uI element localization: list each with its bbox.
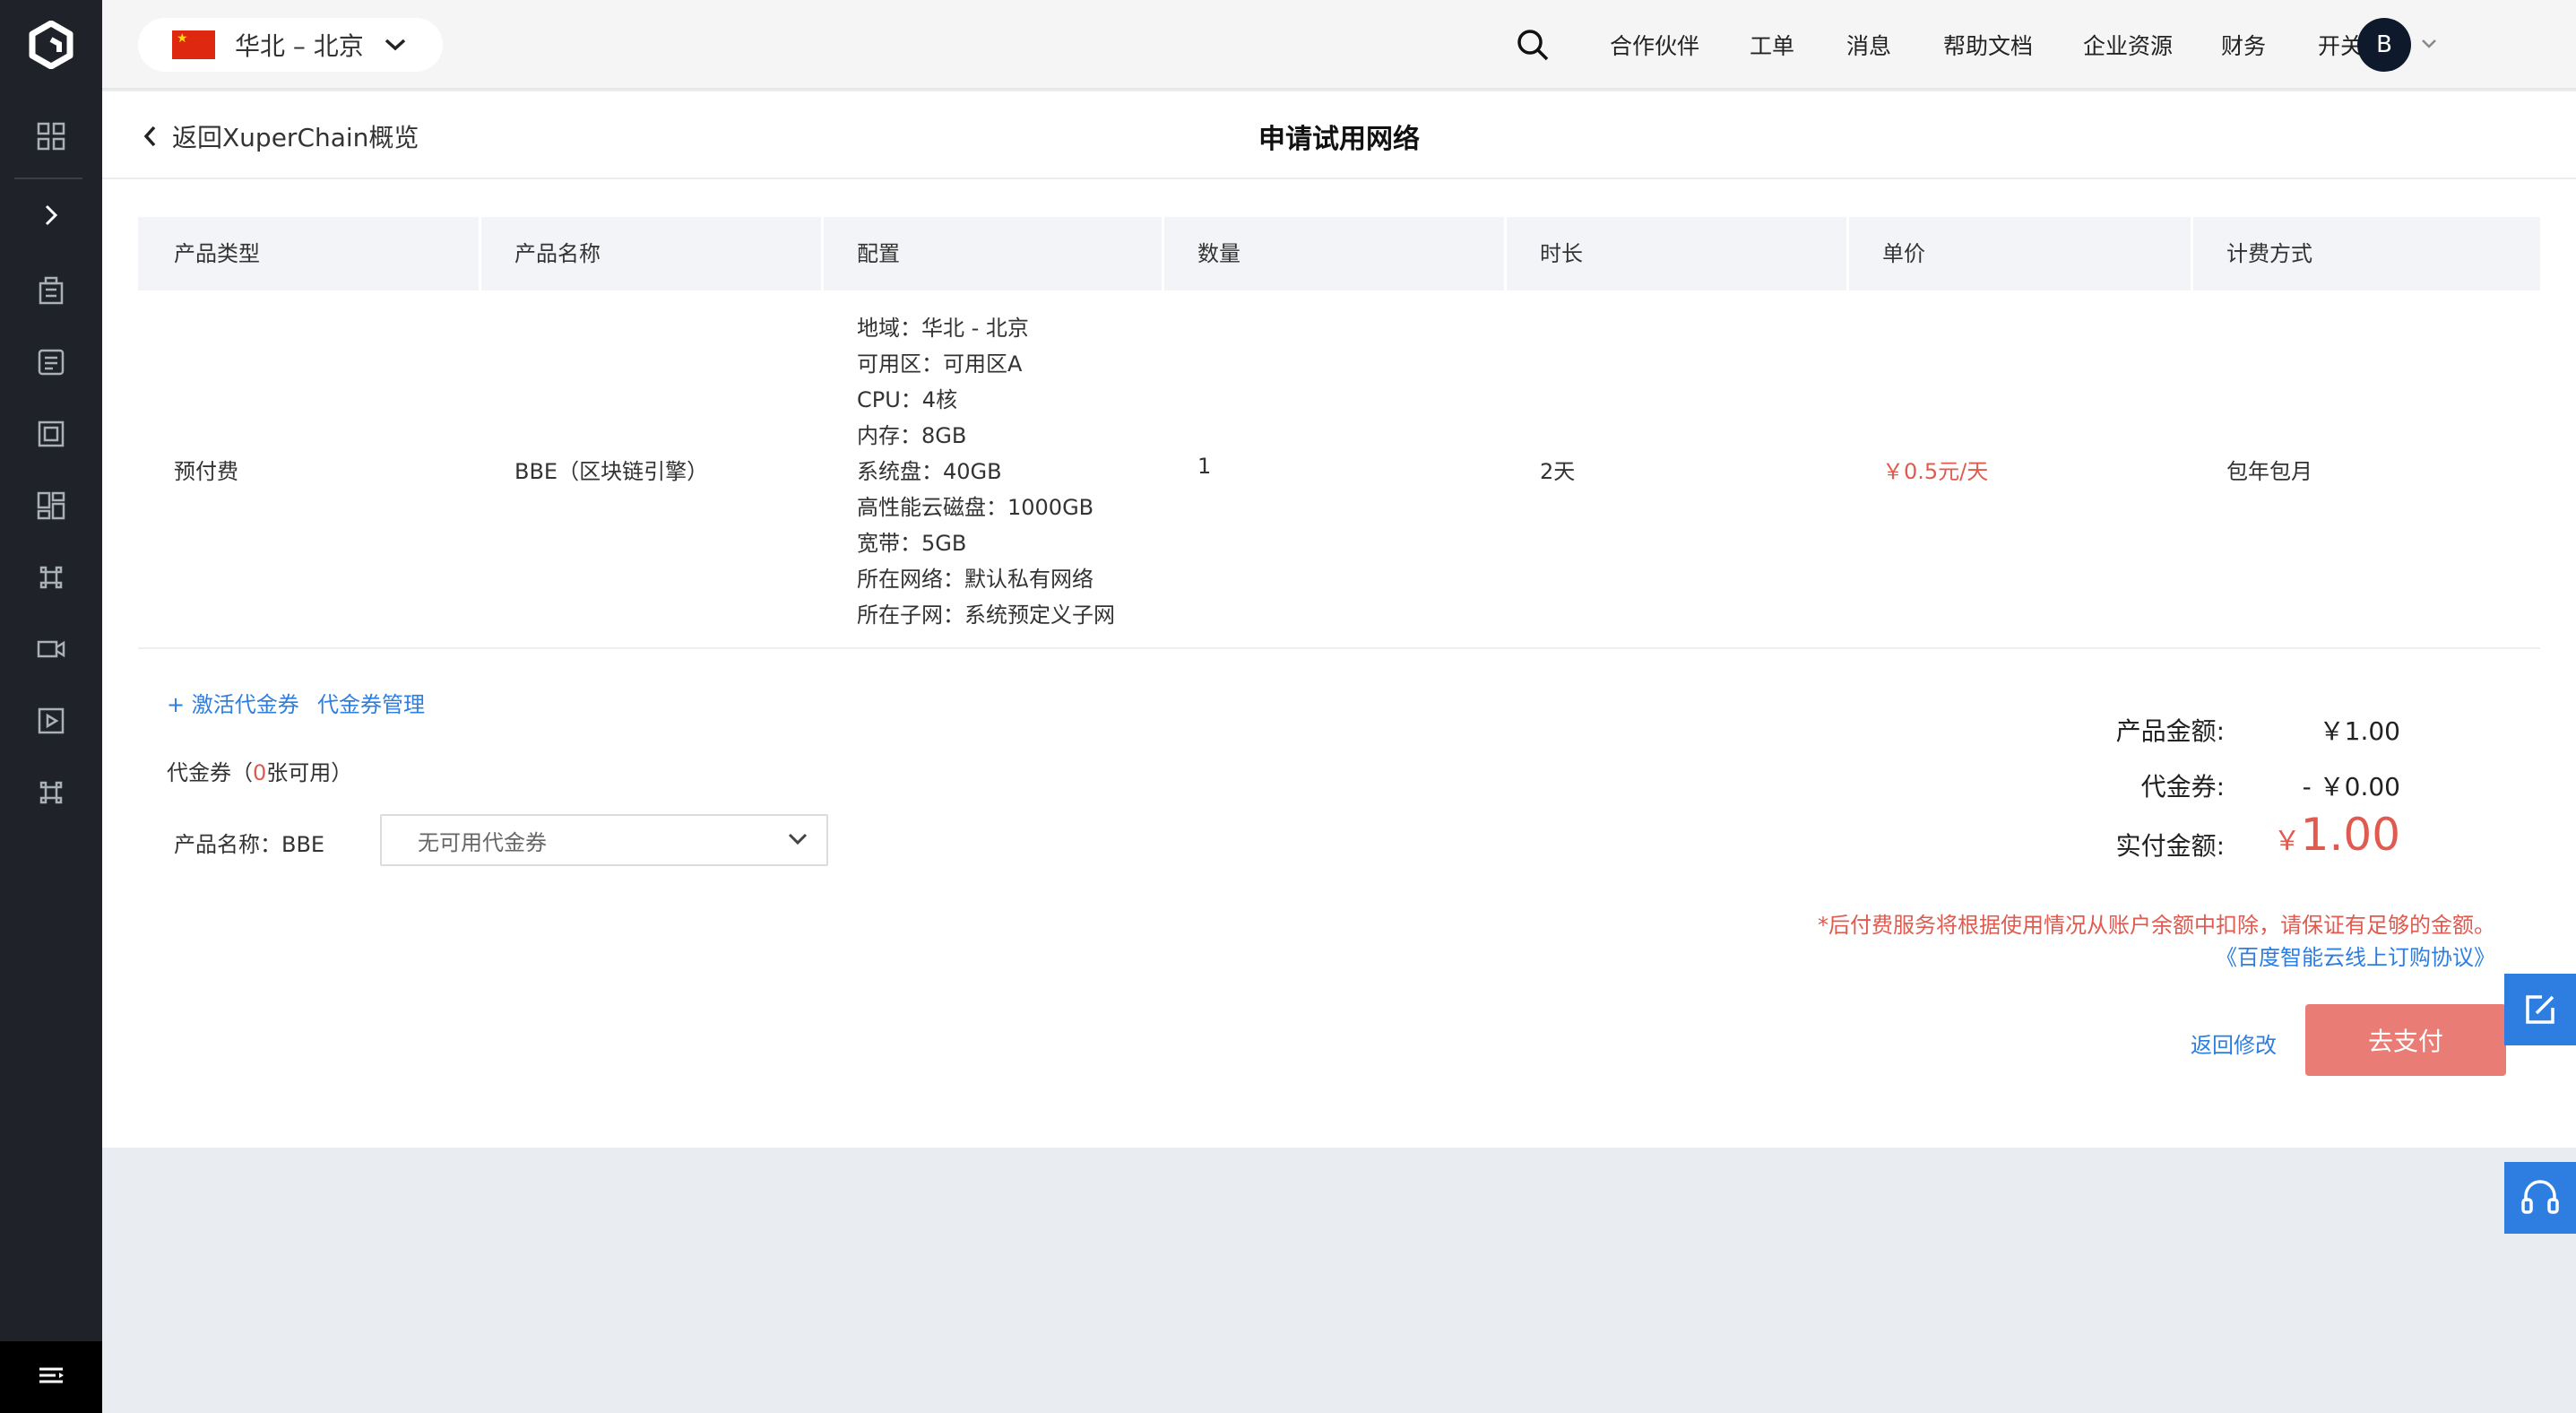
command-icon[interactable] — [0, 550, 102, 604]
product-amount-label: 产品金额: — [2115, 716, 2225, 746]
modify-link[interactable]: 返回修改 — [2191, 1027, 2277, 1059]
video-icon[interactable] — [0, 622, 102, 676]
building-icon[interactable] — [0, 264, 102, 317]
cell-unit-price: ￥0.5元/天 — [1882, 459, 1989, 484]
grid-icon[interactable] — [0, 109, 102, 163]
cell-product-type: 预付费 — [174, 459, 238, 484]
nav-messages[interactable]: 消息 — [1846, 0, 1891, 90]
column-header: 产品名称 — [514, 241, 601, 266]
row-divider — [138, 647, 2540, 649]
voucher-amount: - ￥0.00 — [2302, 772, 2400, 802]
product-amount: ￥1.00 — [2319, 716, 2400, 746]
sidebar — [0, 0, 102, 1413]
cell-quantity: 1 — [1197, 454, 1212, 479]
cell-billing: 包年包月 — [2226, 459, 2312, 484]
menu-icon[interactable] — [0, 1341, 102, 1413]
payment-notice: *后付费服务将根据使用情况从账户余额中扣除，请保证有足够的金额。 — [1818, 913, 2495, 938]
top-header: ★ 华北 – 北京 合作伙伴 工单 消息 帮助文档 企业资源 财务 开关配置 B — [102, 0, 2576, 90]
cell-product-name: BBE（区块链引擎） — [514, 459, 709, 484]
headset-icon — [2521, 1180, 2559, 1214]
dashboard-icon[interactable] — [0, 479, 102, 533]
frame-icon[interactable] — [0, 407, 102, 461]
config-line: 可用区：可用区A — [857, 351, 1023, 377]
column-header: 配置 — [857, 241, 900, 266]
config-line: 地域：华北 - 北京 — [857, 316, 1029, 341]
cell-duration: 2天 — [1540, 459, 1576, 484]
cloud-logo-icon[interactable] — [0, 0, 102, 90]
play-icon[interactable] — [0, 694, 102, 748]
avatar[interactable]: B — [2357, 18, 2411, 72]
region-selector[interactable]: ★ 华北 – 北京 — [138, 18, 443, 72]
config-line: 内存：8GB — [857, 423, 967, 448]
voucher-amount-label: 代金券: — [2140, 772, 2225, 802]
voucher-label: 代金券（0张可用） — [167, 760, 353, 785]
nav-partners[interactable]: 合作伙伴 — [1610, 0, 1699, 90]
chevron-down-icon[interactable] — [2420, 38, 2438, 50]
column-header: 数量 — [1197, 241, 1240, 266]
page-title: 申请试用网络 — [1258, 124, 1420, 155]
nav-tickets[interactable]: 工单 — [1750, 0, 1794, 90]
region-label: 华北 – 北京 — [235, 31, 364, 61]
main-panel: 返回XuperChain概览 申请试用网络 产品类型 产品名称 配置 数量 时长… — [102, 91, 2576, 1148]
activate-voucher-link[interactable]: + 激活代金券 — [167, 687, 299, 718]
nav-help-docs[interactable]: 帮助文档 — [1943, 0, 2033, 90]
column-header: 产品类型 — [174, 241, 260, 266]
voucher-select[interactable]: 无可用代金券 — [380, 814, 828, 866]
expand-icon[interactable] — [0, 188, 102, 242]
nav-enterprise[interactable]: 企业资源 — [2083, 0, 2173, 90]
voucher-select-value: 无可用代金券 — [418, 829, 547, 855]
column-header: 时长 — [1540, 241, 1583, 266]
config-line: 宽带：5GB — [857, 531, 967, 556]
chevron-down-icon — [385, 39, 405, 51]
manage-voucher-link[interactable]: 代金券管理 — [317, 687, 425, 718]
command-icon[interactable] — [0, 766, 102, 819]
list-icon[interactable] — [0, 335, 102, 389]
sub-header: 返回XuperChain概览 申请试用网络 — [102, 91, 2576, 179]
table-header: 产品类型 产品名称 配置 数量 时长 单价 计费方式 — [138, 217, 2540, 290]
agreement-link[interactable]: 《百度智能云线上订购协议》 — [2216, 940, 2495, 971]
config-line: 高性能云磁盘：1000GB — [857, 495, 1094, 520]
search-icon[interactable] — [1515, 27, 1551, 63]
edit-icon — [2526, 995, 2554, 1024]
feedback-button[interactable] — [2504, 974, 2576, 1045]
voucher-available-count: 0 — [253, 760, 267, 785]
paid-amount-label: 实付金额: — [2115, 831, 2225, 861]
column-header: 计费方式 — [2226, 241, 2312, 266]
voucher-product-label: 产品名称：BBE — [174, 832, 325, 857]
column-header: 单价 — [1882, 241, 1925, 266]
customer-service-button[interactable] — [2504, 1162, 2576, 1234]
config-line: 所在子网：系统预定义子网 — [857, 602, 1115, 628]
config-line: CPU：4核 — [857, 387, 958, 412]
china-flag-icon: ★ — [172, 30, 215, 59]
config-line: 系统盘：40GB — [857, 459, 1002, 484]
pay-button[interactable]: 去支付 — [2305, 1004, 2506, 1076]
chevron-down-icon — [788, 833, 808, 845]
nav-finance[interactable]: 财务 — [2221, 0, 2266, 90]
config-line: 所在网络：默认私有网络 — [857, 567, 1094, 592]
paid-amount: ￥1.00 — [2273, 809, 2400, 861]
